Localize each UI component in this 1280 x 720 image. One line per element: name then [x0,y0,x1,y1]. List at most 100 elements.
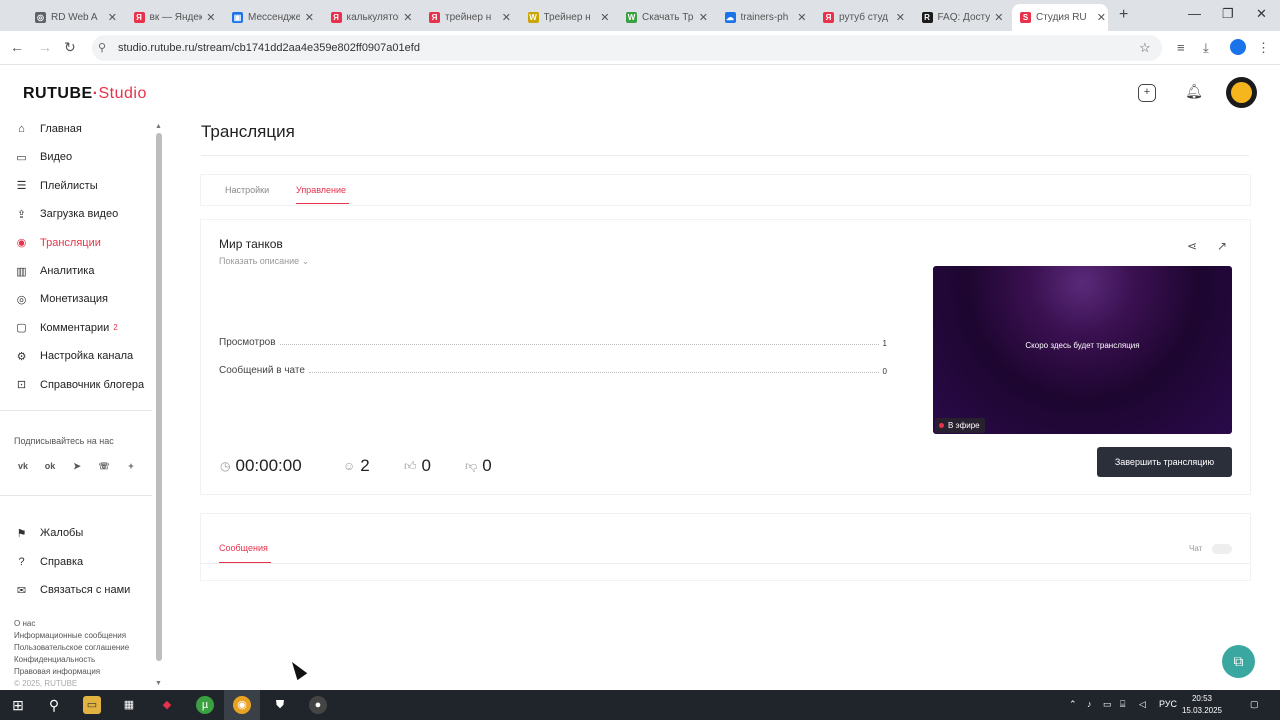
windows-start-icon[interactable]: ⊞ [9,696,27,714]
tray-language[interactable]: РУС [1159,699,1177,709]
dislikes-count: 👎︎ 0 [465,456,492,476]
analytics-icon: ▥ [16,265,27,278]
end-stream-button[interactable]: Завершить трансляцию [1097,447,1232,477]
sidebar-item[interactable]: ☰ Плейлисты [15,176,98,196]
add-content-icon[interactable]: + [1138,84,1156,102]
viber-icon[interactable]: ☏ [97,459,111,473]
sidebar-item[interactable]: ⚑ Жалобы [15,523,84,543]
rutube-studio-logo[interactable]: RUTUBE·Studio [23,85,147,103]
close-tab-icon[interactable]: ✕ [108,11,117,24]
messages-divider [201,563,1250,564]
bookmark-star-icon[interactable]: ☆ [1139,40,1151,56]
game-launcher-icon[interactable]: ⛊ [271,696,289,714]
forward-icon[interactable]: → [38,39,52,55]
scroll-up-icon[interactable]: ▲ [155,123,162,130]
tray-volume-icon[interactable]: ◁ [1139,699,1146,710]
site-info-icon[interactable]: ⚲ [98,41,106,54]
tray-chevron-icon[interactable]: ⌃ [1069,699,1077,710]
store-icon[interactable]: ▦ [120,696,138,714]
browser-tab[interactable]: Явк — Яндекс ✕ [126,4,218,31]
browser-tab[interactable]: ◎ RD Web A ✕ [27,4,119,31]
sidebar-item[interactable]: ◎ Монетизация [15,289,108,309]
support-chat-button[interactable]: ⧉ [1222,645,1255,678]
obs-icon[interactable]: ● [309,696,327,714]
tray-network-icon[interactable]: ⌸ [1120,699,1125,710]
browser-tab[interactable]: W Скачать Тр ✕ [618,4,710,31]
tab-settings[interactable]: Настройки [225,185,269,195]
stream-preview[interactable]: Скоро здесь будет трансляция В эфире [933,266,1232,434]
footer-link[interactable]: Правовая информация [14,667,100,676]
sidebar-item[interactable]: ⌂ Главная [15,119,82,139]
tab-management[interactable]: Управление [296,185,346,195]
reading-list-icon[interactable]: ≡ [1177,40,1185,55]
browser-menu-icon[interactable]: ⋮ [1257,40,1270,56]
sidebar-item[interactable]: ▥ Аналитика [15,261,94,281]
tray-mic-icon[interactable]: ♪ [1087,699,1092,709]
close-tab-icon[interactable]: ✕ [206,11,215,24]
utorrent-icon[interactable]: µ [196,696,214,714]
reload-icon[interactable]: ↻ [64,39,76,56]
sidebar-item[interactable]: ? Справка [15,552,83,572]
footer-link[interactable]: Пользовательское соглашение [14,643,129,652]
minimize-icon[interactable]: — [1188,6,1201,21]
sidebar-item[interactable]: ⇪ Загрузка видео [15,204,118,224]
tray-battery-icon[interactable]: ▭ [1103,699,1112,710]
show-description-toggle[interactable]: Показать описание ⌄ [219,256,309,267]
browser-tab[interactable]: Якалькулятор ✕ [323,4,415,31]
new-tab-icon[interactable]: + [1119,6,1128,24]
close-tab-icon[interactable]: ✕ [403,11,412,24]
chat-toggle[interactable] [1212,544,1232,554]
back-icon[interactable]: ← [10,39,24,55]
notification-icon[interactable]: ▢ [1250,699,1259,710]
app-icon[interactable]: ◆ [158,696,176,714]
sidebar-item[interactable]: ✉ Связаться с нами [15,580,130,600]
close-tab-icon[interactable]: ✕ [305,11,314,24]
sidebar-item[interactable]: ◉ Трансляции [15,233,101,253]
sidebar-item[interactable]: ⊡ Справочник блогера [15,375,144,395]
close-tab-icon[interactable]: ✕ [502,11,511,24]
messenger-icon: ▣ [232,12,243,23]
footer-link[interactable]: Конфиденциальность [14,655,95,664]
search-icon[interactable]: ⚲ [45,696,63,714]
browser-tab[interactable]: S Студия RU ✕ [1012,4,1108,31]
sidebar-item[interactable]: ▭ Видео [15,147,72,167]
scroll-down-icon[interactable]: ▼ [155,680,162,687]
browser-tab[interactable]: R FAQ: Досту ✕ [914,4,1006,31]
close-tab-icon[interactable]: ✕ [1097,11,1106,24]
footer-link[interactable]: Информационные сообщения [14,631,126,640]
url-text[interactable]: studio.rutube.ru/stream/cb1741dd2aa4e359… [118,42,420,54]
sidebar-item-label: Аналитика [40,265,95,277]
close-tab-icon[interactable]: ✕ [699,11,708,24]
close-tab-icon[interactable]: ✕ [600,11,609,24]
vk-icon[interactable]: vk [16,459,30,473]
share-icon[interactable]: ⋖ [1187,239,1197,253]
taskbar-clock[interactable]: 20:53 15.03.2025 [1180,693,1224,717]
browser-tab[interactable]: W Трейнер н ✕ [520,4,612,31]
stat-value: 0 [882,367,887,376]
browser-tab[interactable]: ▣ Мессенджер ✕ [224,4,316,31]
tab-messages[interactable]: Сообщения [219,543,268,553]
browser-tab[interactable]: Ярутуб студ ✕ [815,4,907,31]
download-icon[interactable]: ⤓ [1203,40,1209,56]
file-explorer-icon[interactable]: ▭ [83,696,101,714]
close-tab-icon[interactable]: ✕ [896,11,905,24]
bell-icon[interactable]: 🔔︎ [1185,84,1203,102]
browser-tab[interactable]: ☁ trainers-ph ✕ [717,4,809,31]
sidebar-item[interactable]: ⚙ Настройка канала [15,346,134,366]
user-avatar[interactable] [1226,77,1257,108]
ok-icon[interactable]: ok [43,459,57,473]
url-field[interactable]: ⚲ studio.rutube.ru/stream/cb1741dd2aa4e3… [92,35,1162,61]
open-external-icon[interactable]: ↗ [1217,239,1227,253]
sidebar-scrollbar[interactable] [156,133,162,661]
close-window-icon[interactable]: ✕ [1256,6,1267,22]
sidebar-item[interactable]: ▢ Комментарии 2 [15,318,117,338]
maximize-icon[interactable]: ❐ [1222,6,1234,22]
more-icon[interactable]: + [124,459,138,473]
browser-profile-avatar[interactable] [1230,39,1246,55]
telegram-icon[interactable]: ➤ [70,459,84,473]
footer-link[interactable]: О нас [14,619,35,628]
close-tab-icon[interactable]: ✕ [797,11,806,24]
chrome-icon[interactable]: ◉ [233,696,251,714]
close-tab-icon[interactable]: ✕ [994,11,1003,24]
browser-tab[interactable]: Ятрейнер н ✕ [421,4,513,31]
